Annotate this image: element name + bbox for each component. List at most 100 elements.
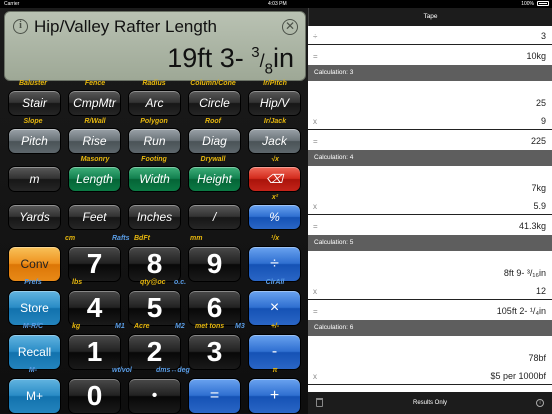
key-label-l3-0: Masonry (80, 156, 110, 163)
key-r8-1[interactable]: 0 (68, 378, 121, 414)
key-label-l5-2: BdFt (134, 235, 150, 242)
tape-row[interactable]: x 12 (308, 281, 552, 300)
key-r7-4[interactable]: - (248, 334, 301, 370)
carrier-label: Carrier (4, 1, 20, 7)
key-r3-3[interactable]: Height (188, 166, 241, 192)
key-label-l5-4: ¹/x (270, 235, 280, 242)
status-bar: Carrier 4:03 PM 100% (0, 0, 552, 8)
key-label-l2-4: Ir/Jack (263, 118, 287, 125)
key-r4-0[interactable]: Yards (8, 204, 61, 230)
tape-value: 7kg (531, 183, 546, 193)
key-r2-1[interactable]: Rise (68, 128, 121, 154)
key-r1-1[interactable]: CmpMtr (68, 90, 121, 116)
key-r3-2[interactable]: Width (128, 166, 181, 192)
close-icon[interactable]: ✕ (282, 19, 298, 35)
tape-row[interactable]: = 41.3kg (308, 215, 552, 234)
key-r1-2[interactable]: Arc (128, 90, 181, 116)
key-r1-4[interactable]: Hip/V (248, 90, 301, 116)
clock: 4:03 PM (268, 1, 287, 7)
key-r8-0[interactable]: M+ (8, 378, 61, 414)
tape-row[interactable]: = 105ft 2- ¹/₄in (308, 300, 552, 319)
key-r5-0[interactable]: Conv (8, 246, 61, 282)
key-label-l7-5: met tons (195, 323, 225, 330)
tape-operator: = (313, 137, 318, 146)
key-label-l1-3: Column/Cone (190, 80, 236, 87)
tape-row[interactable]: 25 (308, 92, 552, 111)
key-r5-2[interactable]: 8 (128, 246, 181, 282)
display-value-whole: 19ft 3- (167, 43, 252, 73)
key-r6-3[interactable]: 6 (188, 290, 241, 326)
key-label-l1-0: Baluster (18, 80, 48, 87)
key-r5-3[interactable]: 9 (188, 246, 241, 282)
key-r5-1[interactable]: 7 (68, 246, 121, 282)
key-r2-4[interactable]: Jack (248, 128, 301, 154)
display-value: 19ft 3- 3/8in (167, 43, 294, 78)
key-r6-1[interactable]: 4 (68, 290, 121, 326)
tape-row[interactable]: 8ft 9- ³/₁₆in (308, 262, 552, 281)
key-r6-4[interactable]: × (248, 290, 301, 326)
key-r1-0[interactable]: Stair (8, 90, 61, 116)
key-label-l6-0: Prefs (24, 279, 42, 286)
key-r6-0[interactable]: Store (8, 290, 61, 326)
key-r3-1[interactable]: Length (68, 166, 121, 192)
display-value-unit: in (272, 43, 294, 73)
tape-operator: = (313, 52, 318, 61)
key-r2-3[interactable]: Diag (188, 128, 241, 154)
calculation-header: Calculation: 4 (308, 150, 552, 166)
key-label-l3-1: Footing (141, 156, 167, 163)
key-label-l6-1: lbs (72, 279, 83, 286)
key-r7-3[interactable]: 3 (188, 334, 241, 370)
tape-value: 78bf (528, 353, 546, 363)
key-r1-3[interactable]: Circle (188, 90, 241, 116)
tape-value: 9 (540, 116, 546, 126)
tape-value: 3 (540, 31, 546, 41)
key-r2-2[interactable]: Run (128, 128, 181, 154)
key-label-l8-2: dms↔deg (156, 367, 190, 374)
key-label-l4-0: x² (271, 194, 279, 201)
key-r4-4[interactable]: % (248, 204, 301, 230)
key-r8-2[interactable]: • (128, 378, 181, 414)
tape-operator: ÷ (313, 32, 318, 41)
tape-value: 8ft 9- ³/₁₆in (503, 268, 546, 278)
tape-row[interactable]: x 5.9 (308, 196, 552, 215)
tape-row[interactable]: = 225 (308, 130, 552, 149)
key-r3-0[interactable]: m (8, 166, 61, 192)
key-label-l5-0: cm (64, 235, 76, 242)
tape-value: 105ft 2- ¹/₄in (496, 306, 546, 316)
tape-operator: = (313, 307, 318, 316)
tape-row[interactable]: = 10kg (308, 45, 552, 64)
key-label-l2-1: R/Wall (84, 118, 106, 125)
tape-info-icon[interactable]: i (536, 399, 544, 407)
results-only-toggle[interactable]: Results Only (413, 400, 447, 406)
key-r7-2[interactable]: 2 (128, 334, 181, 370)
tape-row[interactable]: 7kg (308, 177, 552, 196)
tape-row[interactable]: 78bf (308, 347, 552, 366)
key-r7-0[interactable]: Recall (8, 334, 61, 370)
key-r5-4[interactable]: ÷ (248, 246, 301, 282)
tape-operator: = (313, 222, 318, 231)
key-label-l1-2: Radius (142, 80, 166, 87)
key-label-l6-2: qty@oc (140, 279, 166, 286)
tape-row[interactable]: x9 (308, 111, 552, 130)
key-r4-3[interactable]: / (188, 204, 241, 230)
tape-value: $5 per 1000bf (490, 371, 546, 381)
key-r8-4[interactable]: + (248, 378, 301, 414)
key-label-l6-4: ClrAll (265, 279, 285, 286)
key-r8-3[interactable]: = (188, 378, 241, 414)
key-r3-4[interactable]: ⌫ (248, 166, 301, 192)
tape-operator: x (313, 202, 317, 211)
trash-icon[interactable] (316, 398, 323, 407)
tape-row[interactable]: ÷ 3 (308, 26, 552, 45)
key-r2-0[interactable]: Pitch (8, 128, 61, 154)
key-r4-1[interactable]: Feet (68, 204, 121, 230)
info-icon[interactable]: i (13, 19, 28, 34)
tape-value: 225 (530, 136, 546, 146)
key-r7-1[interactable]: 1 (68, 334, 121, 370)
tape-row[interactable]: x $5 per 1000bf (308, 366, 552, 385)
tape-panel: Tape ÷ 3 = 10kg Calculation: 3 25 x 9 = 225 Calcul… (308, 8, 552, 414)
tape-value: 5.9 (533, 201, 546, 211)
key-r4-2[interactable]: Inches (128, 204, 181, 230)
key-r6-2[interactable]: 5 (128, 290, 181, 326)
key-label-l6-3: o.c. (174, 279, 187, 286)
tape-value: 41.3kg (518, 221, 546, 231)
